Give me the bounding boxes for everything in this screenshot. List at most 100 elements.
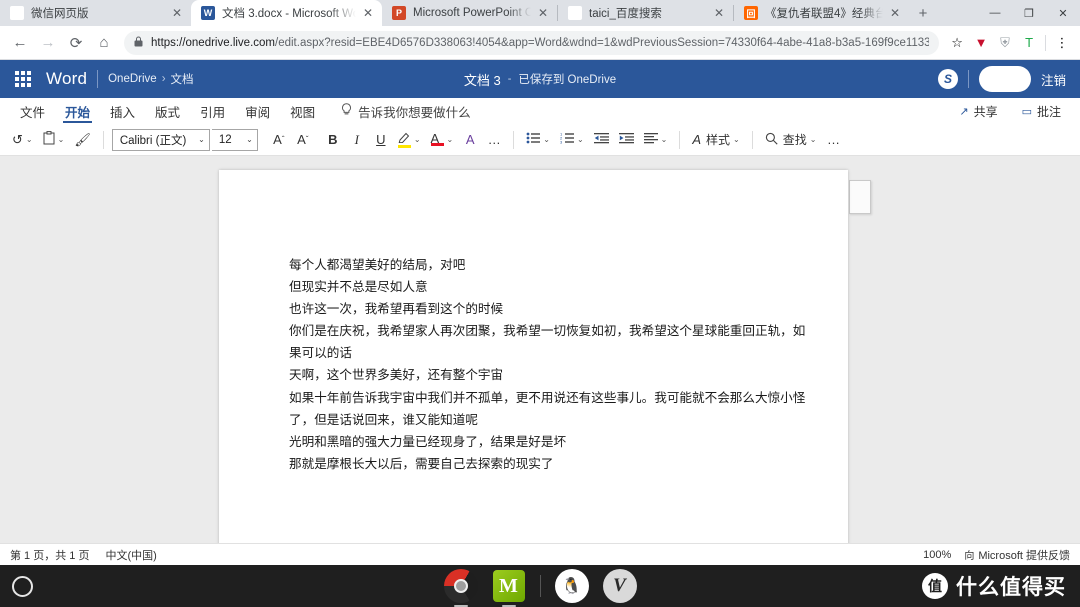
- toolbar-divider: [513, 130, 515, 149]
- tab-view[interactable]: 视图: [280, 98, 325, 124]
- word-brand-label[interactable]: Word: [46, 69, 87, 89]
- taskbar-item-chrome[interactable]: [443, 569, 478, 607]
- browser-tab-2[interactable]: P Microsoft PowerPoint Online ✕: [382, 0, 557, 26]
- font-size-select[interactable]: 12 ⌄: [211, 128, 258, 151]
- highlight-button[interactable]: ⌄: [394, 128, 425, 152]
- taskbar-item-qq[interactable]: 🐧: [554, 569, 589, 603]
- tab-file[interactable]: 文件: [10, 98, 55, 124]
- more-paragraph-options-button[interactable]: …: [822, 128, 844, 152]
- shrink-font-button[interactable]: Aˇ: [292, 128, 314, 152]
- format-painter-button[interactable]: 🖌: [70, 128, 95, 152]
- close-icon[interactable]: ✕: [535, 5, 551, 21]
- taskbar-item-m[interactable]: M: [492, 569, 526, 607]
- tab-insert[interactable]: 插入: [100, 98, 145, 124]
- new-tab-button[interactable]: +: [909, 0, 937, 26]
- grow-font-icon: A: [273, 132, 282, 147]
- chevron-down-icon[interactable]: ⌄: [447, 135, 454, 144]
- back-icon[interactable]: ←: [6, 29, 34, 57]
- tab-home[interactable]: 开始: [55, 98, 100, 124]
- align-button[interactable]: ⌄: [640, 128, 672, 152]
- bold-button[interactable]: B: [322, 128, 344, 152]
- document-text[interactable]: 每个人都渴望美好的结局，对吧 但现实并不总是尽如人意 也许这一次，我希望再看到这…: [289, 254, 812, 475]
- chevron-down-icon[interactable]: ⌄: [190, 135, 205, 144]
- decrease-indent-button[interactable]: [590, 128, 613, 152]
- zoom-level[interactable]: 100%: [923, 549, 951, 561]
- close-icon[interactable]: ✕: [169, 5, 185, 21]
- close-icon[interactable]: ✕: [887, 5, 903, 21]
- breadcrumb-onedrive[interactable]: OneDrive: [108, 73, 157, 85]
- chevron-down-icon[interactable]: ⌄: [26, 135, 33, 144]
- address-bar-text: https://onedrive.live.com/edit.aspx?resi…: [151, 37, 929, 49]
- browser-tab-1[interactable]: W 文档 3.docx - Microsoft Word Online ✕: [191, 0, 382, 26]
- highlight-color-swatch: [397, 145, 411, 148]
- tell-me-search[interactable]: 告诉我你想要做什么: [341, 102, 471, 121]
- close-icon[interactable]: ✕: [711, 5, 727, 21]
- font-name-value: Calibri (正文): [119, 134, 187, 147]
- font-name-select[interactable]: Calibri (正文) ⌄: [111, 128, 210, 151]
- share-button[interactable]: ↗ 共享: [950, 99, 1006, 124]
- chevron-down-icon[interactable]: ⌄: [543, 135, 550, 144]
- avatar[interactable]: [978, 66, 1031, 92]
- reload-icon[interactable]: ⟳: [62, 29, 90, 57]
- language-label[interactable]: 中文(中国): [105, 547, 156, 563]
- chevron-down-icon[interactable]: ⌄: [58, 135, 65, 144]
- browser-menu-icon[interactable]: ⋮: [1050, 31, 1074, 55]
- forward-icon[interactable]: →: [34, 29, 62, 57]
- extension-shield-gray-icon[interactable]: ⛨: [993, 31, 1017, 55]
- bookmark-star-icon[interactable]: ☆: [945, 31, 969, 55]
- find-button[interactable]: 查找 ⌄: [761, 128, 821, 152]
- minimize-icon[interactable]: —: [978, 0, 1012, 26]
- close-window-icon[interactable]: ✕: [1046, 0, 1080, 26]
- extension-green-icon[interactable]: T: [1017, 31, 1041, 55]
- document-page[interactable]: 每个人都渴望美好的结局，对吧 但现实并不总是尽如人意 也许这一次，我希望再看到这…: [219, 170, 848, 543]
- more-font-options-button[interactable]: …: [483, 128, 505, 152]
- font-color-icon: A: [430, 132, 444, 146]
- clear-formatting-button[interactable]: A: [459, 128, 481, 152]
- chevron-down-icon[interactable]: ⌄: [661, 135, 668, 144]
- side-panel-tab[interactable]: [849, 180, 871, 214]
- tab-layout[interactable]: 版式: [145, 98, 190, 124]
- paragraph: 那就是摩根长大以后，需要自己去探索的现实了: [289, 455, 554, 471]
- numbered-list-button[interactable]: 1 2 3 ⌄: [556, 128, 588, 152]
- chevron-down-icon[interactable]: ⌄: [810, 135, 817, 144]
- browser-tab-0[interactable]: ● 微信网页版 ✕: [0, 0, 191, 26]
- chevron-down-icon[interactable]: ⌄: [733, 135, 740, 144]
- italic-button[interactable]: I: [346, 128, 368, 152]
- status-bar: 第 1 页，共 1 页 中文(中国) 100% 向 Microsoft 提供反馈: [0, 543, 1080, 565]
- undo-button[interactable]: ↺ ⌄: [8, 128, 37, 152]
- underline-button[interactable]: U: [370, 128, 392, 152]
- chevron-down-icon[interactable]: ⌄: [238, 135, 253, 144]
- breadcrumb-folder[interactable]: 文档: [171, 71, 194, 87]
- tab-review[interactable]: 审阅: [235, 98, 280, 124]
- bullet-list-button[interactable]: ⌄: [522, 128, 554, 152]
- extension-shield-red-icon[interactable]: ▼: [969, 31, 993, 55]
- increase-indent-button[interactable]: [615, 128, 638, 152]
- browser-tab-4[interactable]: 回 《复仇者联盟4》经典台词_经... ✕: [734, 0, 909, 26]
- comment-button[interactable]: ▭ 批注: [1013, 99, 1070, 124]
- document-canvas[interactable]: 每个人都渴望美好的结局，对吧 但现实并不总是尽如人意 也许这一次，我希望再看到这…: [0, 156, 1080, 543]
- maximize-icon[interactable]: ❐: [1012, 0, 1046, 26]
- document-title[interactable]: 文档 3: [464, 70, 501, 89]
- browser-tab-3[interactable]: 熊 taici_百度搜索 ✕: [558, 0, 733, 26]
- chevron-down-icon[interactable]: ⌄: [414, 135, 421, 144]
- font-color-button[interactable]: A ⌄: [427, 128, 458, 152]
- skype-icon[interactable]: S: [937, 69, 958, 89]
- styles-button[interactable]: A 样式 ⌄: [688, 128, 743, 152]
- watermark-text: 什么值得买: [956, 576, 1066, 599]
- home-icon[interactable]: ⌂: [90, 29, 118, 57]
- paste-button[interactable]: ⌄: [39, 128, 69, 152]
- share-label: 共享: [973, 104, 998, 119]
- address-bar[interactable]: https://onedrive.live.com/edit.aspx?resi…: [124, 30, 940, 55]
- watermark-logo: 值: [922, 573, 948, 599]
- tab-references[interactable]: 引用: [190, 98, 235, 124]
- signout-link[interactable]: 注销: [1041, 70, 1066, 89]
- feedback-link[interactable]: 向 Microsoft 提供反馈: [963, 547, 1070, 563]
- app-launcher-icon[interactable]: [8, 64, 38, 94]
- grow-font-button[interactable]: Aˆ: [268, 128, 290, 152]
- window-controls: — ❐ ✕: [978, 0, 1080, 26]
- save-status[interactable]: 已保存到 OneDrive: [518, 71, 616, 87]
- close-icon[interactable]: ✕: [360, 5, 376, 21]
- chevron-down-icon[interactable]: ⌄: [577, 135, 584, 144]
- page-count-label[interactable]: 第 1 页，共 1 页: [10, 547, 89, 563]
- taskbar-item-v[interactable]: V: [602, 569, 637, 603]
